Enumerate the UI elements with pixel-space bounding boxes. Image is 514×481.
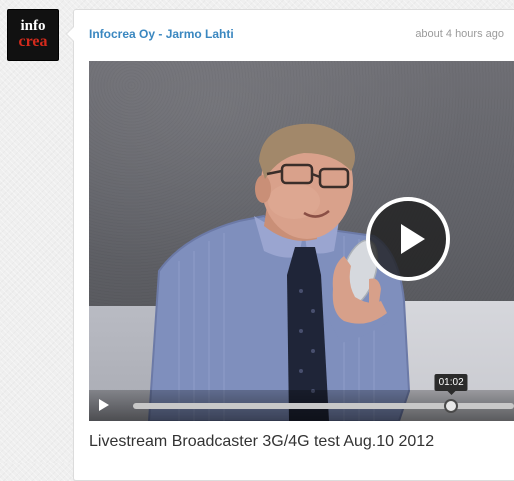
progress-bar[interactable] [133, 399, 514, 413]
post-timestamp: about 4 hours ago [415, 28, 504, 40]
video-frame [147, 123, 411, 421]
avatar[interactable]: info crea [7, 9, 59, 61]
video-title[interactable]: Livestream Broadcaster 3G/4G test Aug.10… [89, 433, 434, 451]
card-pointer-inner [67, 27, 74, 41]
progress-handle[interactable] [444, 399, 459, 413]
play-big-icon[interactable] [366, 197, 450, 281]
avatar-logo-text-crea: crea [18, 32, 48, 50]
time-tooltip: 01:02 [434, 374, 468, 395]
author-link[interactable]: Infocrea Oy - Jarmo Lahti [89, 27, 234, 41]
avatar-logo-text-info: info [20, 17, 46, 34]
play-icon[interactable] [99, 399, 109, 411]
video-player[interactable]: 01:02 [89, 61, 514, 421]
